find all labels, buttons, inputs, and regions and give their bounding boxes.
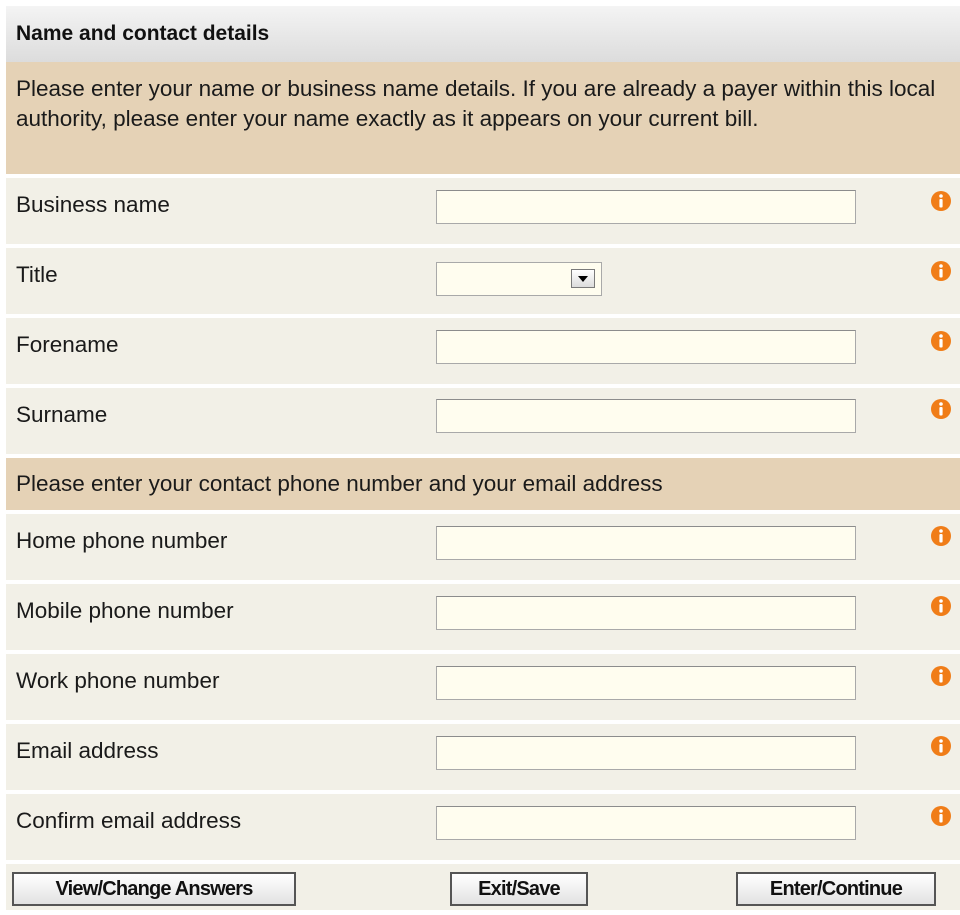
- row-work-phone: Work phone number: [6, 654, 960, 720]
- home-phone-label: Home phone number: [16, 528, 228, 553]
- info-icon[interactable]: [930, 398, 952, 420]
- email-label: Email address: [16, 738, 159, 763]
- title-label: Title: [16, 262, 58, 287]
- row-surname: Surname: [6, 388, 960, 454]
- dropdown-arrow-icon[interactable]: [571, 269, 595, 288]
- work-phone-input[interactable]: [436, 666, 856, 700]
- button-bar: View/Change Answers Exit/Save Enter/Cont…: [6, 864, 960, 910]
- info-icon[interactable]: [930, 190, 952, 212]
- section-title: Name and contact details: [16, 22, 270, 45]
- row-confirm-email: Confirm email address: [6, 794, 960, 860]
- name-contact-form: Name and contact details Please enter yo…: [6, 6, 960, 910]
- forename-input[interactable]: [436, 330, 856, 364]
- row-email: Email address: [6, 724, 960, 790]
- confirm-email-input[interactable]: [436, 806, 856, 840]
- work-phone-label: Work phone number: [16, 668, 220, 693]
- business-name-input[interactable]: [436, 190, 856, 224]
- confirm-email-label: Confirm email address: [16, 808, 242, 833]
- business-name-label: Business name: [16, 192, 170, 217]
- info-icon[interactable]: [930, 665, 952, 687]
- contact-intro-text: Please enter your contact phone number a…: [6, 458, 960, 510]
- info-icon[interactable]: [930, 525, 952, 547]
- view-change-answers-button[interactable]: View/Change Answers: [12, 872, 296, 906]
- mobile-phone-label: Mobile phone number: [16, 598, 234, 623]
- section-header: Name and contact details: [6, 6, 960, 62]
- intro-text: Please enter your name or business name …: [6, 62, 960, 174]
- row-mobile-phone: Mobile phone number: [6, 584, 960, 650]
- row-title: Title: [6, 248, 960, 314]
- info-icon[interactable]: [930, 330, 952, 352]
- info-icon[interactable]: [930, 805, 952, 827]
- info-icon[interactable]: [930, 260, 952, 282]
- row-forename: Forename: [6, 318, 960, 384]
- info-icon[interactable]: [930, 595, 952, 617]
- enter-continue-button[interactable]: Enter/Continue: [736, 872, 936, 906]
- forename-label: Forename: [16, 332, 119, 357]
- mobile-phone-input[interactable]: [436, 596, 856, 630]
- surname-label: Surname: [16, 402, 108, 427]
- exit-save-button[interactable]: Exit/Save: [450, 872, 588, 906]
- row-business-name: Business name: [6, 178, 960, 244]
- home-phone-input[interactable]: [436, 526, 856, 560]
- email-input[interactable]: [436, 736, 856, 770]
- surname-input[interactable]: [436, 399, 856, 433]
- title-select[interactable]: [436, 262, 602, 296]
- info-icon[interactable]: [930, 735, 952, 757]
- row-home-phone: Home phone number: [6, 514, 960, 580]
